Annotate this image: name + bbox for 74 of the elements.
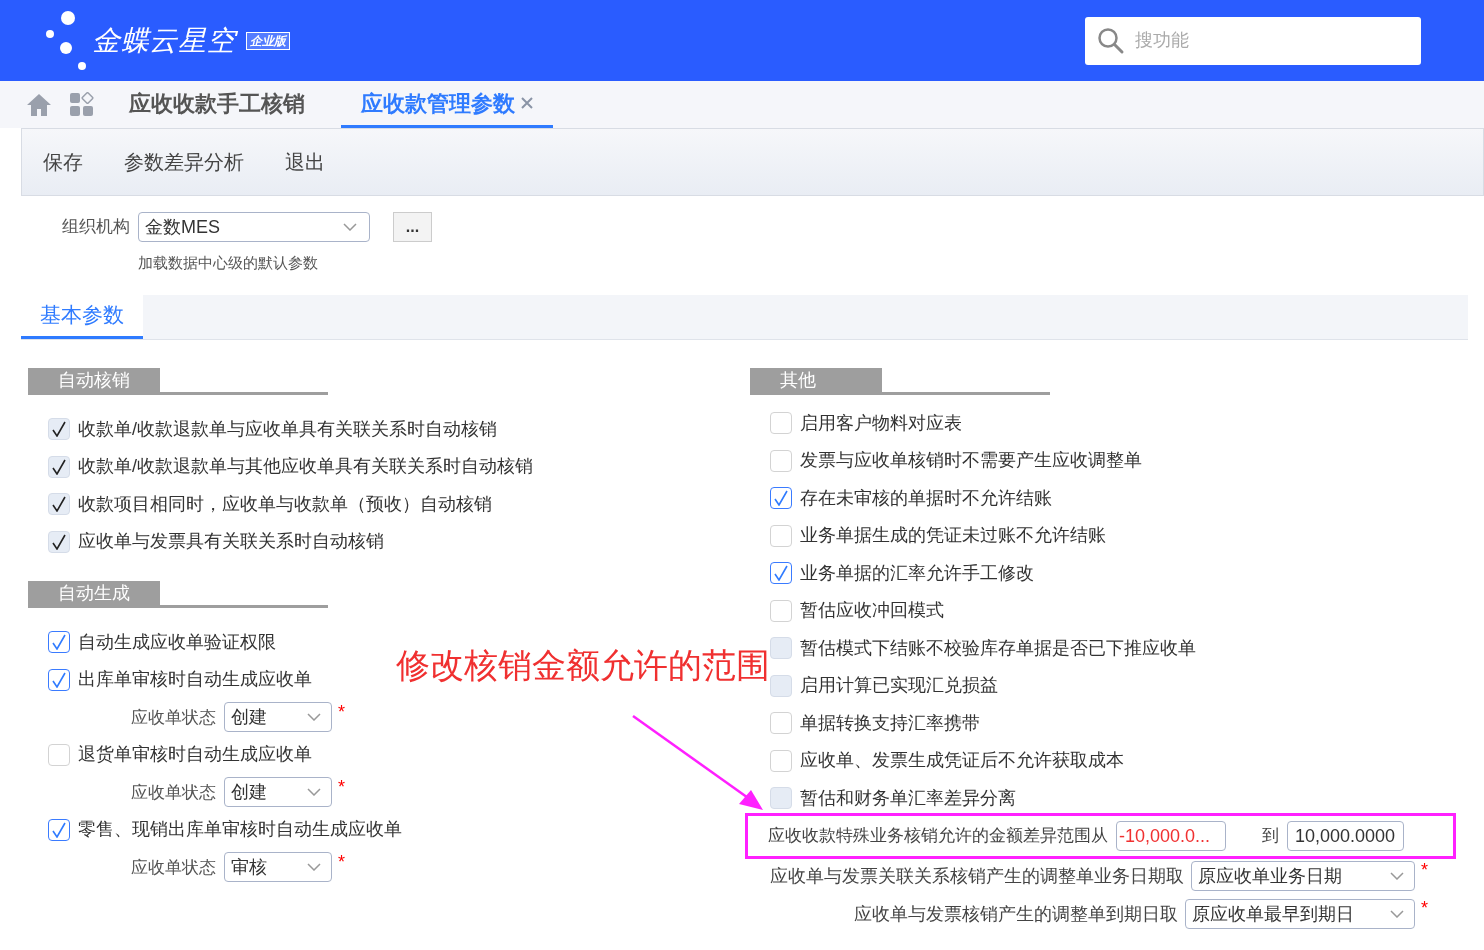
- toolbar-button[interactable]: 参数差异分析: [124, 147, 244, 177]
- required-mark: *: [338, 700, 345, 724]
- more-button[interactable]: ...: [393, 212, 432, 242]
- checkbox-label: 收款单/收款退款单与其他应收单具有关联关系时自动核销: [78, 455, 533, 479]
- checkbox-label: 收款单/收款退款单与应收单具有关联关系时自动核销: [78, 417, 497, 441]
- annotation-text: 修改核销金额允许的范围: [396, 645, 770, 686]
- home-icon: [26, 91, 52, 118]
- checkbox-label: 应收单、发票生成凭证后不允许获取成本: [800, 749, 1124, 773]
- field-label: 应收收款特殊业务核销允许的金额差异范围从: [768, 825, 1108, 848]
- status-select[interactable]: 创建: [224, 702, 332, 733]
- checkbox-label: 应收单与发票具有关联关系时自动核销: [78, 530, 384, 554]
- checkbox-label: 启用客户物料对应表: [800, 411, 962, 435]
- checkbox-label: 业务单据的汇率允许手工修改: [800, 561, 1034, 585]
- amount-input[interactable]: 10,000.0000: [1287, 821, 1404, 851]
- checkbox-label: 业务单据生成的凭证未过账不允许结账: [800, 524, 1106, 548]
- field-label: 应收单状态: [131, 706, 216, 729]
- status-select[interactable]: 审核: [224, 852, 332, 883]
- chevron-down-icon: [307, 863, 321, 872]
- checkbox-label: 暂估应收冲回模式: [800, 599, 944, 623]
- checkbox[interactable]: [48, 668, 70, 691]
- checkbox-label: 出库单审核时自动生成应收单: [78, 668, 312, 692]
- check-icon: [52, 671, 66, 688]
- toolbar-button[interactable]: 退出: [285, 147, 325, 177]
- checkbox-label: 收款项目相同时，应收单与收款单（预收）自动核销: [78, 492, 492, 516]
- checkbox-label: 暂估和财务单汇率差异分离: [800, 786, 1016, 810]
- tab[interactable]: 基本参数: [21, 294, 143, 339]
- checkbox[interactable]: [770, 562, 792, 585]
- required-mark: *: [1421, 859, 1428, 882]
- chevron-down-icon: [1390, 872, 1404, 880]
- apps-icon: [69, 91, 95, 118]
- status-select[interactable]: 创建: [224, 777, 332, 808]
- section-header: 自动生成: [28, 580, 160, 605]
- required-mark: *: [338, 775, 345, 799]
- check-icon: [774, 490, 788, 507]
- date-select[interactable]: 原应收单业务日期: [1191, 861, 1415, 891]
- checkbox-label: 自动生成应收单验证权限: [78, 630, 276, 654]
- close-icon[interactable]: [521, 97, 533, 109]
- date-select[interactable]: 原应收单最早到期日: [1185, 899, 1415, 929]
- checkbox-label: 退货单审核时自动生成应收单: [78, 743, 312, 767]
- checkbox[interactable]: [48, 818, 70, 841]
- logo-text: 金蝶云星空: [92, 23, 236, 58]
- check-icon: [52, 821, 66, 838]
- checkbox-label: 存在未审核的单据时不允许结账: [800, 486, 1052, 510]
- checkbox-label: 零售、现销出库单审核时自动生成应收单: [78, 818, 402, 842]
- chevron-down-icon: [307, 713, 321, 722]
- search-field[interactable]: 搜功能: [1085, 16, 1421, 65]
- field-label: 应收单与发票关联关系核销产生的调整单业务日期取: [770, 864, 1184, 888]
- search-icon: [1097, 26, 1125, 55]
- required-mark: *: [1421, 897, 1428, 920]
- chevron-down-icon: [307, 788, 321, 797]
- checkbox-label: 暂估模式下结账不校验库存单据是否已下推应收单: [800, 636, 1196, 660]
- checkbox[interactable]: [48, 631, 70, 654]
- required-mark: *: [338, 850, 345, 874]
- check-icon: [774, 565, 788, 582]
- field-label: 应收单与发票核销产生的调整单到期日取: [854, 902, 1178, 926]
- checkbox-label: 启用计算已实现汇兑损益: [800, 674, 998, 698]
- field-label: 组织机构: [62, 216, 130, 239]
- toolbar-button[interactable]: 保存: [43, 147, 83, 177]
- field-label: 到: [1262, 825, 1279, 848]
- checkbox[interactable]: [770, 487, 792, 510]
- section-header: 自动核销: [28, 367, 160, 392]
- amount-input[interactable]: -10,000.0...: [1116, 821, 1226, 851]
- checkbox-label: 单据转换支持汇率携带: [800, 711, 980, 735]
- org-select[interactable]: 金数MES: [138, 212, 370, 242]
- hint-text: 加载数据中心级的默认参数: [138, 253, 319, 273]
- tab[interactable]: 应收收款手工核销: [109, 81, 325, 128]
- field-label: 应收单状态: [131, 856, 216, 879]
- check-icon: [52, 634, 66, 651]
- chevron-down-icon: [343, 223, 357, 231]
- section-header: 其他: [750, 367, 882, 392]
- checkbox-label: 发票与应收单核销时不需要产生应收调整单: [800, 449, 1142, 473]
- edition-badge: 企业版: [245, 31, 290, 50]
- chevron-down-icon: [1390, 910, 1404, 918]
- field-label: 应收单状态: [131, 781, 216, 804]
